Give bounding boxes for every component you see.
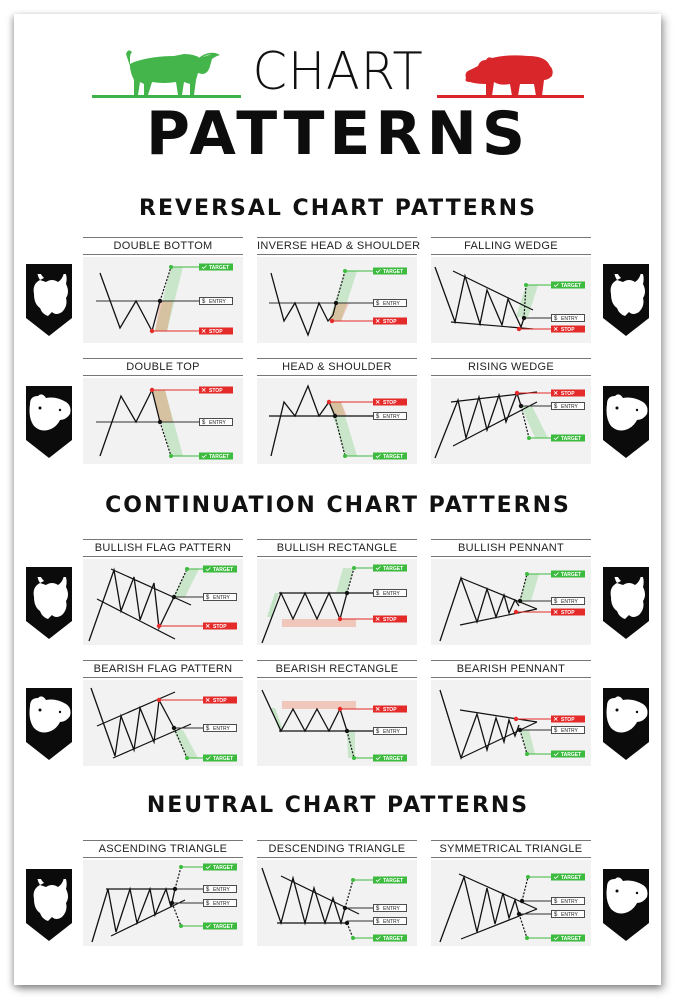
symmetrical-triangle-diagram: [439, 873, 586, 943]
card-rule: [83, 840, 243, 841]
pattern-panel: [257, 680, 417, 766]
card-rule: [431, 375, 591, 376]
card-title: FALLING WEDGE: [464, 240, 558, 252]
card-rule: [83, 857, 243, 858]
card-rule: [257, 660, 417, 661]
rising-wedge-diagram: [434, 389, 586, 459]
pattern-panel: [257, 257, 417, 343]
card-rule: [431, 254, 591, 255]
section-title-reversal: REVERSAL CHART PATTERNS: [139, 196, 537, 221]
card-title: RISING WEDGE: [467, 361, 555, 373]
pattern-panel: [431, 559, 591, 645]
card-rule: [257, 857, 417, 858]
card-title: DOUBLE TOP: [126, 361, 200, 373]
bullish-pennant-diagram: [439, 570, 586, 642]
pattern-panel: [431, 378, 591, 464]
card-rule: [83, 677, 243, 678]
descending-triangle-diagram: [261, 867, 408, 943]
bearish-rectangle-diagram: [261, 689, 408, 763]
card-rule: [257, 237, 417, 238]
bear-shield-icon: [603, 869, 649, 941]
card-rule: [257, 677, 417, 678]
pattern-panel: [257, 559, 417, 645]
pattern-panel: [83, 860, 243, 946]
card-title: ASCENDING TRIANGLE: [98, 843, 228, 855]
card-rule: [257, 358, 417, 359]
double-top-diagram: [96, 386, 234, 461]
card-title: BEARISH FLAG PATTERN: [93, 663, 233, 675]
bull-shield-icon: [26, 567, 72, 639]
pattern-panel: [431, 680, 591, 766]
ascending-triangle-diagram: [91, 863, 238, 943]
bullish-flag-diagram: [88, 565, 238, 642]
bearish-flag-diagram: [90, 687, 238, 763]
card-rule: [431, 237, 591, 238]
bear-shield-icon: [603, 386, 649, 458]
bearish-pennant-diagram: [439, 689, 586, 761]
card-title: INVERSE HEAD & SHOULDER: [257, 240, 421, 252]
card-rule: [83, 375, 243, 376]
pattern-panel: [431, 860, 591, 946]
card-title: SYMMETRICAL TRIANGLE: [439, 843, 583, 855]
card-rule: [431, 857, 591, 858]
bull-shield-icon: [603, 567, 649, 639]
card-title: BULLISH RECTANGLE: [276, 542, 398, 554]
card-rule: [257, 254, 417, 255]
card-rule: [83, 237, 243, 238]
bear-shield-icon: [26, 688, 72, 760]
card-rule: [257, 556, 417, 557]
card-title: DESCENDING TRIANGLE: [268, 843, 406, 855]
card-rule: [83, 660, 243, 661]
card-title: BEARISH RECTANGLE: [275, 663, 399, 675]
falling-wedge-diagram: [434, 266, 586, 334]
head-shoulder-diagram: [269, 384, 408, 461]
card-rule: [83, 556, 243, 557]
pattern-panel: [257, 860, 417, 946]
card-title: BULLISH PENNANT: [458, 542, 564, 554]
card-rule: [431, 677, 591, 678]
card-rule: [83, 358, 243, 359]
title-patterns: PATTERNS: [145, 99, 531, 169]
card-rule: [257, 539, 417, 540]
card-rule: [257, 375, 417, 376]
card-title: BULLISH FLAG PATTERN: [94, 542, 232, 554]
card-rule: [431, 840, 591, 841]
card-title: HEAD & SHOULDER: [282, 361, 392, 373]
card-rule: [83, 254, 243, 255]
inverse-head-shoulder-diagram: [269, 267, 408, 337]
section-title-continuation: CONTINUATION CHART PATTERNS: [105, 493, 571, 518]
bull-shield-icon: [603, 264, 649, 336]
bear-shield-icon: [26, 386, 72, 458]
bullish-rectangle-diagram: [261, 564, 408, 644]
pattern-panel: [83, 378, 243, 464]
pattern-panel: [257, 378, 417, 464]
bull-shield-icon: [26, 869, 72, 941]
card-rule: [431, 539, 591, 540]
pattern-panel: [83, 680, 243, 766]
card-rule: [431, 556, 591, 557]
section-title-neutral: NEUTRAL CHART PATTERNS: [146, 793, 530, 818]
card-title: BEARISH PENNANT: [456, 663, 566, 675]
bull-shield-icon: [26, 264, 72, 336]
pattern-panel: [431, 257, 591, 343]
card-rule: [83, 539, 243, 540]
pattern-panel: [83, 559, 243, 645]
double-bottom-diagram: [96, 263, 234, 336]
title-chart: CHART: [252, 42, 424, 102]
pattern-panel: [83, 257, 243, 343]
card-rule: [431, 660, 591, 661]
bear-shield-icon: [603, 688, 649, 760]
card-rule: [257, 840, 417, 841]
card-title: DOUBLE BOTTOM: [113, 240, 213, 252]
card-rule: [431, 358, 591, 359]
